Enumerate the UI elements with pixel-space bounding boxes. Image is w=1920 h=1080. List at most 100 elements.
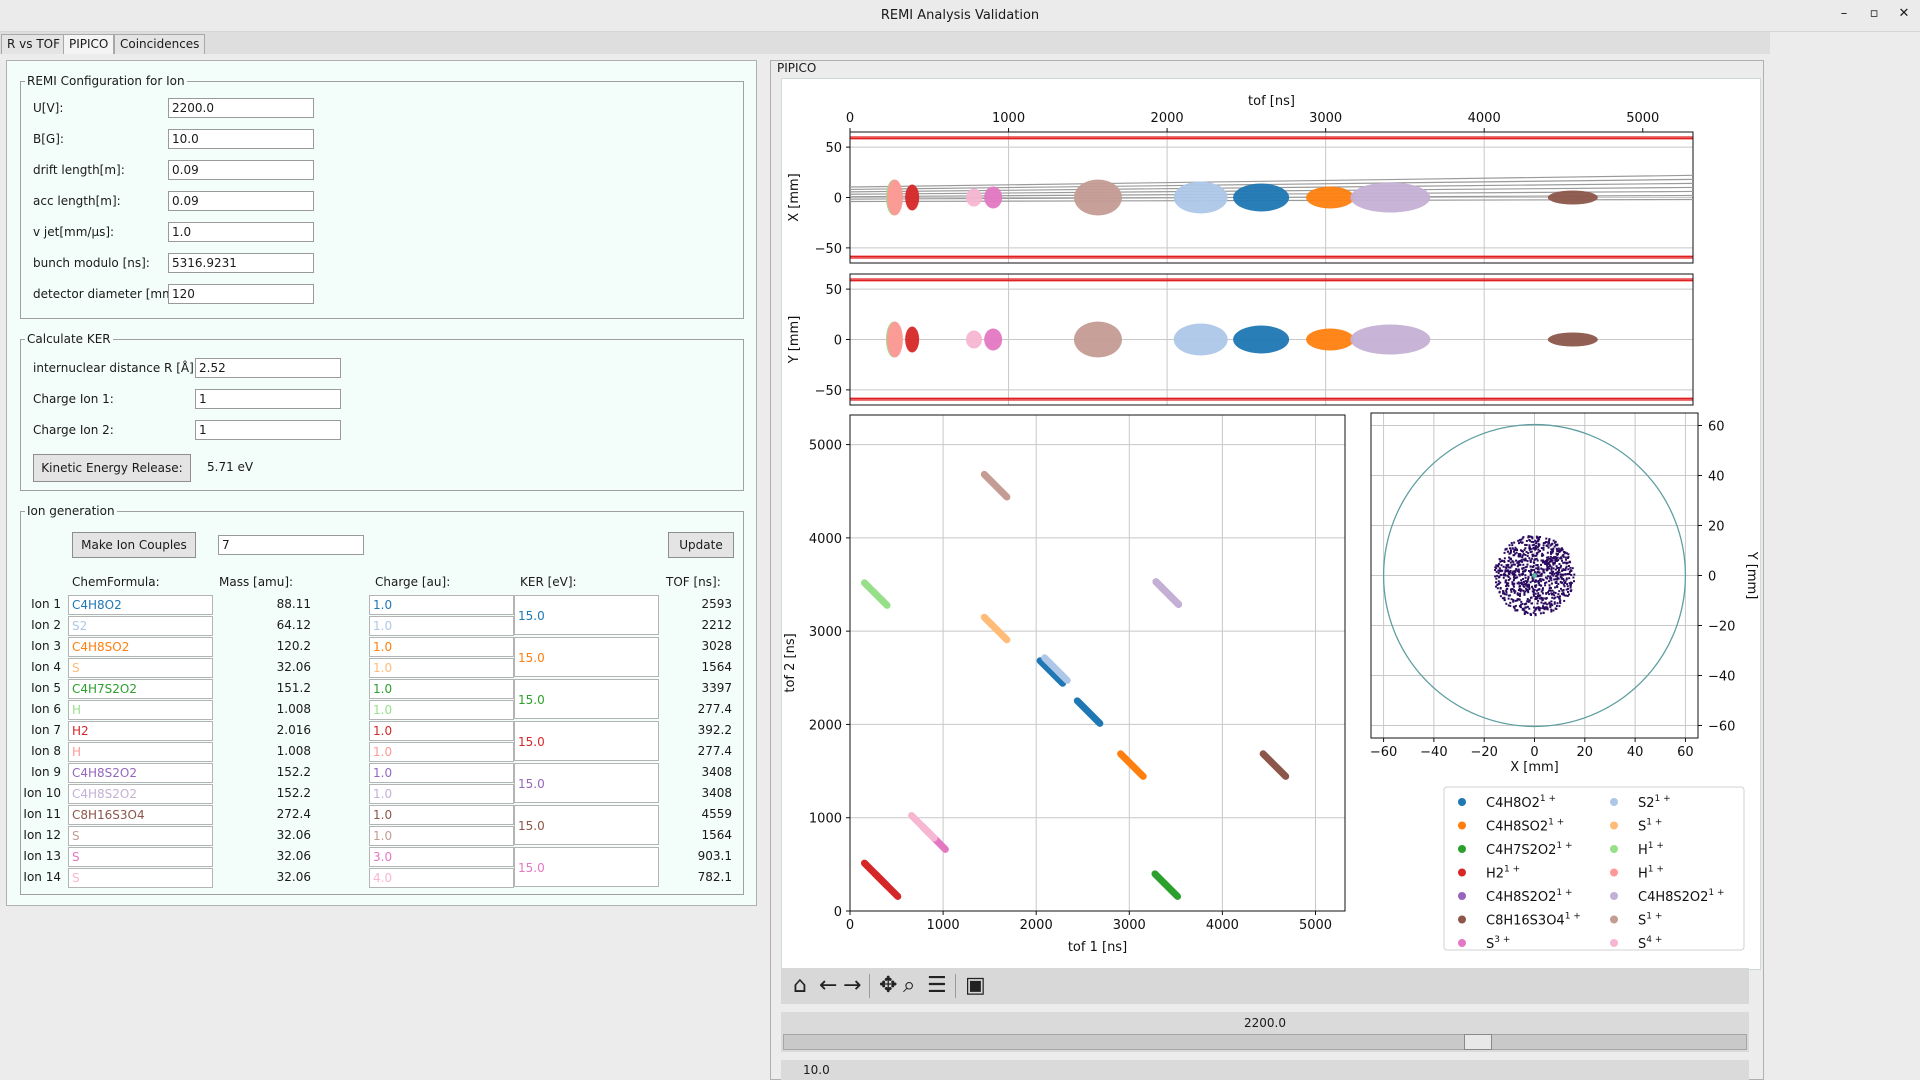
make-ion-couples-button[interactable]: Make Ion Couples [72, 532, 196, 558]
ion-charge-input[interactable]: 1.0 [369, 742, 514, 762]
tick-label: 0 [846, 111, 854, 126]
voltage-slider-track[interactable] [783, 1034, 1747, 1050]
detector-hit [1509, 547, 1512, 550]
close-icon[interactable]: ✕ [1894, 6, 1914, 21]
detector-hit [1510, 598, 1513, 601]
detector-hit [1537, 548, 1540, 551]
save-icon[interactable]: ▣ [965, 972, 986, 1000]
voltage-slider-handle[interactable] [1463, 1034, 1492, 1050]
ker-input[interactable] [195, 358, 341, 378]
ion-formula-input[interactable]: S [68, 847, 213, 867]
detector-hit [1558, 590, 1561, 593]
ion-cluster [1306, 328, 1355, 351]
detector-hit [1540, 590, 1543, 593]
detector-hit [1528, 538, 1531, 541]
tab-r-vs-tof[interactable]: R vs TOF [1, 34, 66, 54]
ion-charge-input[interactable]: 1.0 [369, 616, 514, 636]
ion-formula-input[interactable]: C4H8S2O2 [68, 763, 213, 783]
ion-charge-input[interactable]: 1.0 [369, 679, 514, 699]
detector-hit [1551, 596, 1554, 599]
detector-hit [1542, 560, 1545, 563]
ion-formula-input[interactable]: S [68, 826, 213, 846]
legend-marker [1458, 892, 1466, 900]
ion-formula-input[interactable]: C4H8O2 [68, 595, 213, 615]
ion-formula-input[interactable]: C4H8S2O2 [68, 784, 213, 804]
config-input[interactable] [168, 253, 314, 273]
ion-formula-input[interactable]: C4H8SO2 [68, 637, 213, 657]
detector-hit [1524, 557, 1527, 560]
ion-charge-input[interactable]: 4.0 [369, 868, 514, 888]
detector-hit [1497, 562, 1500, 565]
ker-value-input[interactable]: 15.0 [514, 721, 659, 761]
detector-hit [1507, 559, 1510, 562]
ion-formula-input[interactable]: C4H7S2O2 [68, 679, 213, 699]
ion-charge-input[interactable]: 1.0 [369, 658, 514, 678]
detector-hit [1558, 571, 1561, 574]
tick-label: −40 [1420, 745, 1447, 760]
ker-input[interactable] [195, 389, 341, 409]
ion-mass: 120.2 [276, 639, 311, 653]
voltage-slider-box: 2200.0 [781, 1012, 1749, 1052]
ion-charge-input[interactable]: 1.0 [369, 700, 514, 720]
ker-value-input[interactable]: 15.0 [514, 679, 659, 719]
update-button[interactable]: Update [668, 532, 734, 558]
ion-charge-input[interactable]: 1.0 [369, 763, 514, 783]
maximize-icon[interactable]: ▫ [1864, 6, 1884, 21]
config-input[interactable] [168, 191, 314, 211]
ion-couples-count-input[interactable] [218, 535, 364, 555]
ion-formula-input[interactable]: H [68, 700, 213, 720]
ker-value-input[interactable]: 15.0 [514, 595, 659, 635]
detector-hit [1544, 540, 1547, 543]
ion-formula-input[interactable]: H [68, 742, 213, 762]
detector-hit [1556, 602, 1559, 605]
ion-charge-input[interactable]: 1.0 [369, 805, 514, 825]
ion-formula-input[interactable]: H2 [68, 721, 213, 741]
detector-hit [1526, 554, 1529, 557]
ker-value-input[interactable]: 15.0 [514, 847, 659, 887]
ion-formula-input[interactable]: S2 [68, 616, 213, 636]
legend-marker [1458, 845, 1466, 853]
ion-charge-input[interactable]: 1.0 [369, 826, 514, 846]
legend-marker [1610, 821, 1618, 830]
zoom-icon[interactable]: ⌕ [903, 972, 915, 1000]
figure-canvas[interactable]: 50 0 −50 50 0 −50 0 1000 2000 3000 4000 5000 tof [ns… [781, 78, 1761, 970]
tab-pipico[interactable]: PIPICO [63, 34, 115, 54]
ion-charge-input[interactable]: 3.0 [369, 847, 514, 867]
config-input[interactable] [168, 160, 314, 180]
back-icon[interactable]: ← [819, 972, 837, 1000]
detector-hit [1569, 583, 1572, 586]
configure-icon[interactable]: ☰ [927, 972, 947, 1000]
kinetic-energy-release-button[interactable]: Kinetic Energy Release: [33, 454, 191, 482]
legend-marker [1458, 939, 1466, 947]
detector-hit [1524, 553, 1527, 556]
ion-mass: 1.008 [276, 744, 311, 758]
detector-hit [1535, 567, 1538, 570]
ion-charge-input[interactable]: 1.0 [369, 721, 514, 741]
pan-icon[interactable]: ✥ [879, 972, 897, 1000]
tab-coincidences[interactable]: Coincidences [114, 34, 206, 54]
detector-hit [1552, 539, 1555, 542]
ker-value-input[interactable]: 15.0 [514, 637, 659, 677]
home-icon[interactable]: ⌂ [793, 972, 807, 1000]
ion-formula-input[interactable]: S [68, 868, 213, 888]
detector-hit [1503, 551, 1506, 554]
ion-charge-input[interactable]: 1.0 [369, 595, 514, 615]
detector-hit [1517, 560, 1520, 563]
config-input[interactable] [168, 98, 314, 118]
ion-charge-input[interactable]: 1.0 [369, 637, 514, 657]
config-input[interactable] [168, 284, 314, 304]
ion-charge-input[interactable]: 1.0 [369, 784, 514, 804]
ker-value-input[interactable]: 15.0 [514, 805, 659, 845]
detector-hit [1565, 594, 1568, 597]
ker-label: Charge Ion 1: [33, 392, 114, 406]
ion-formula-input[interactable]: S [68, 658, 213, 678]
config-input[interactable] [168, 222, 314, 242]
detector-hit [1557, 559, 1560, 562]
config-input[interactable] [168, 129, 314, 149]
minimize-icon[interactable]: – [1834, 6, 1854, 21]
ker-value-input[interactable]: 15.0 [514, 763, 659, 803]
forward-icon[interactable]: → [843, 972, 861, 1000]
ker-input[interactable] [195, 420, 341, 440]
coincidence-streak [907, 811, 938, 842]
ion-formula-input[interactable]: C8H16S3O4 [68, 805, 213, 825]
